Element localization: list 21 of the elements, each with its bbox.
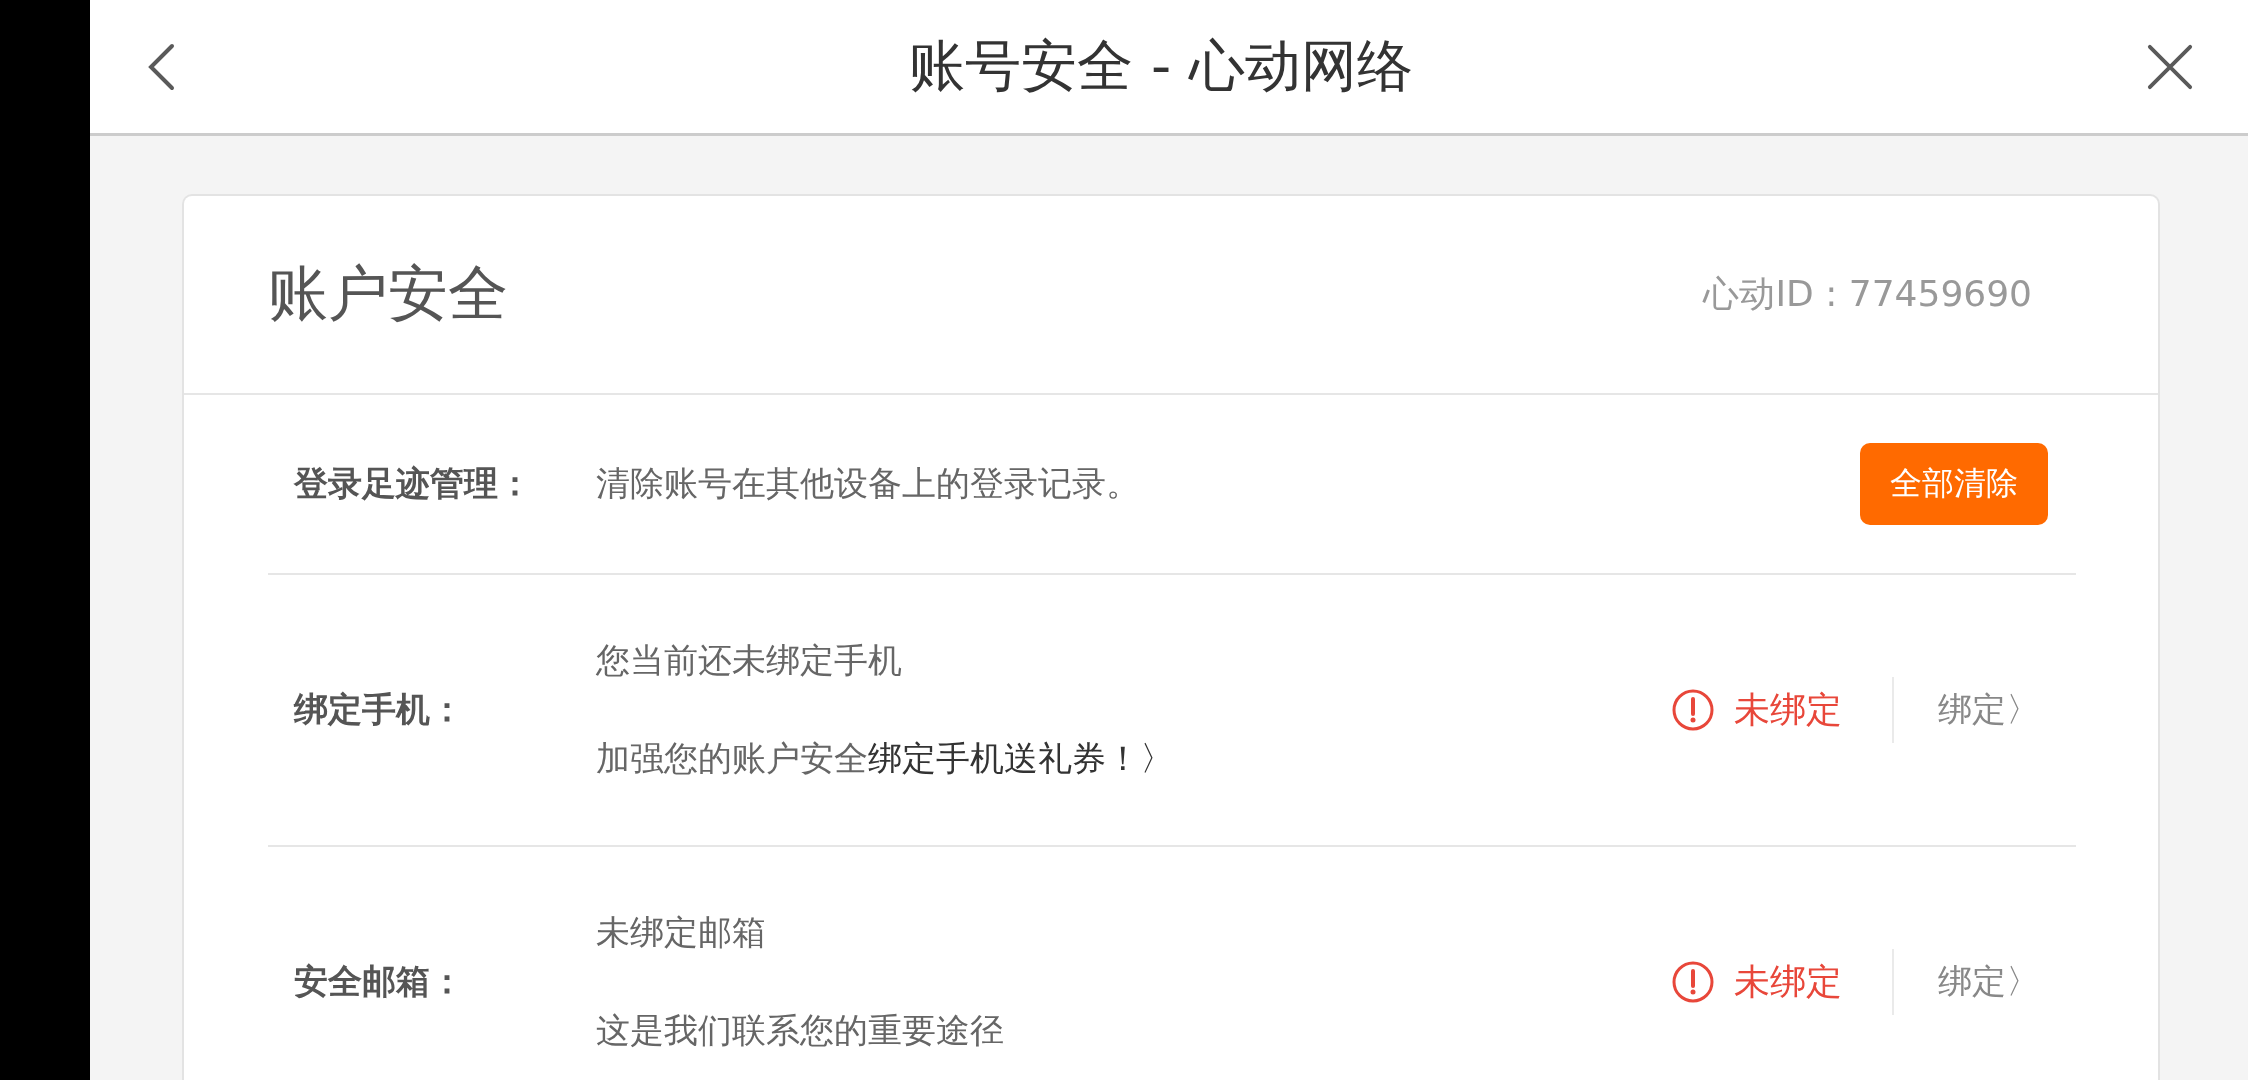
row-hint: 加强您的账户安全 — [596, 737, 868, 780]
account-id: 心动ID : 77459690 — [1703, 272, 2032, 316]
row-description: 未绑定邮箱 — [596, 911, 767, 954]
row-hint: 这是我们联系您的重要途径 — [596, 1009, 1004, 1052]
bind-link[interactable]: 绑定〉 — [1938, 687, 2040, 733]
status-text: 未绑定 — [1734, 687, 1842, 732]
row-description: 清除账号在其他设备上的登录记录。 — [596, 462, 1141, 505]
warning-icon — [1672, 961, 1714, 1003]
row-label: 绑定手机： — [292, 688, 465, 731]
promo-link[interactable]: 绑定手机送礼券！〉 — [868, 736, 1174, 782]
clear-all-button[interactable]: 全部清除 — [1860, 443, 2048, 525]
back-icon[interactable] — [146, 41, 176, 92]
close-icon[interactable] — [2146, 42, 2194, 91]
row-label: 登录足迹管理： — [292, 462, 533, 505]
row-description: 您当前还未绑定手机 — [596, 639, 903, 682]
row-label: 安全邮箱： — [293, 960, 465, 1003]
card-title: 账户安全 — [268, 257, 508, 330]
page-title: 账号安全 - 心动网络 — [909, 31, 1413, 100]
bind-link[interactable]: 绑定〉 — [1938, 959, 2040, 1005]
status-text: 未绑定 — [1734, 959, 1842, 1004]
warning-icon — [1672, 689, 1714, 731]
